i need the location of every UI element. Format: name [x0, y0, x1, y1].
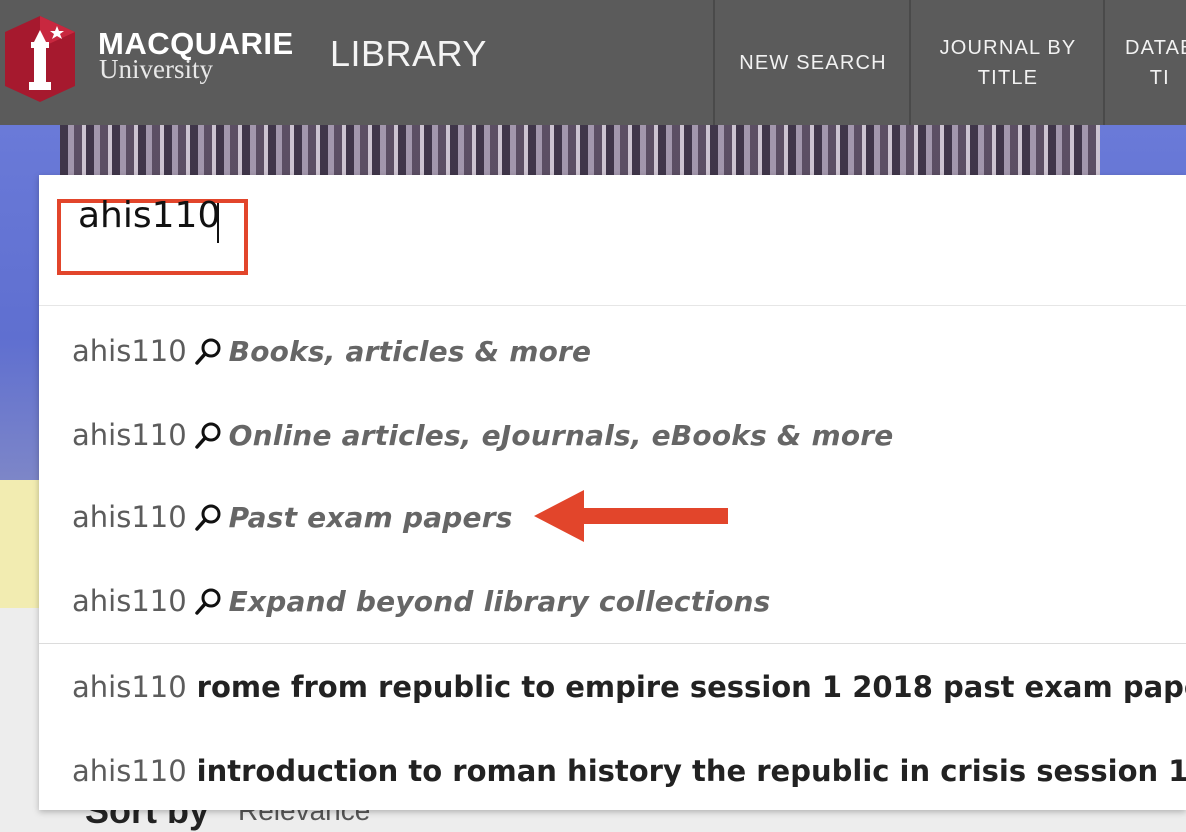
- nav-label: NEW SEARCH: [739, 51, 887, 74]
- suggestion-query: ahis110: [72, 670, 187, 704]
- nav-label: DATAB TI: [1125, 36, 1186, 89]
- search-icon: [194, 338, 221, 365]
- divider: [39, 305, 1186, 306]
- site-header: MACQUARIE University LIBRARY NEW SEARCH …: [0, 0, 1186, 125]
- logo-wordmark-university[interactable]: University: [99, 54, 213, 85]
- suggestion-completion-text: introduction to roman history the republ…: [196, 754, 1186, 788]
- search-icon: [194, 504, 221, 531]
- suggestion-scope: Online articles, eJournals, eBooks & mor…: [228, 418, 894, 452]
- suggestion-query: ahis110: [72, 500, 187, 534]
- suggestion-scope-books-articles[interactable]: ahis110 Books, articles & more: [72, 321, 591, 381]
- divider: [39, 643, 1186, 644]
- suggestion-query: ahis110: [72, 334, 187, 368]
- nav-journal-by-title[interactable]: JOURNAL BY TITLE: [909, 0, 1105, 125]
- nav-label: JOURNAL BY TITLE: [939, 36, 1077, 89]
- search-icon: [194, 588, 221, 615]
- suggestion-scope: Books, articles & more: [228, 334, 592, 368]
- suggestion-completion[interactable]: ahis110 introduction to roman history th…: [72, 741, 1186, 801]
- suggestion-query: ahis110: [72, 584, 187, 618]
- suggestion-query: ahis110: [72, 754, 187, 788]
- macquarie-lighthouse-logo-icon[interactable]: [5, 16, 75, 102]
- nav-databases-by-title[interactable]: DATAB TI: [1103, 0, 1186, 125]
- suggestion-scope: Expand beyond library collections: [228, 584, 771, 618]
- suggestion-completion[interactable]: ahis110 rome from republic to empire ses…: [72, 657, 1186, 717]
- search-input[interactable]: ahis110: [78, 195, 220, 236]
- search-icon: [194, 422, 221, 449]
- suggestion-scope-online-articles[interactable]: ahis110 Online articles, eJournals, eBoo…: [72, 405, 893, 465]
- annotation-arrow-icon: [534, 490, 728, 542]
- suggestion-query: ahis110: [72, 418, 187, 452]
- text-caret: [217, 203, 219, 243]
- library-title[interactable]: LIBRARY: [330, 33, 487, 75]
- suggestion-scope: Past exam papers: [228, 500, 513, 534]
- hero-banner-building: [60, 125, 1100, 175]
- suggestion-scope-expand-beyond[interactable]: ahis110 Expand beyond library collection…: [72, 571, 771, 631]
- nav-new-search[interactable]: NEW SEARCH: [713, 0, 911, 125]
- suggestion-completion-text: rome from republic to empire session 1 2…: [196, 670, 1186, 704]
- suggestion-scope-past-exam-papers[interactable]: ahis110 Past exam papers: [72, 487, 513, 547]
